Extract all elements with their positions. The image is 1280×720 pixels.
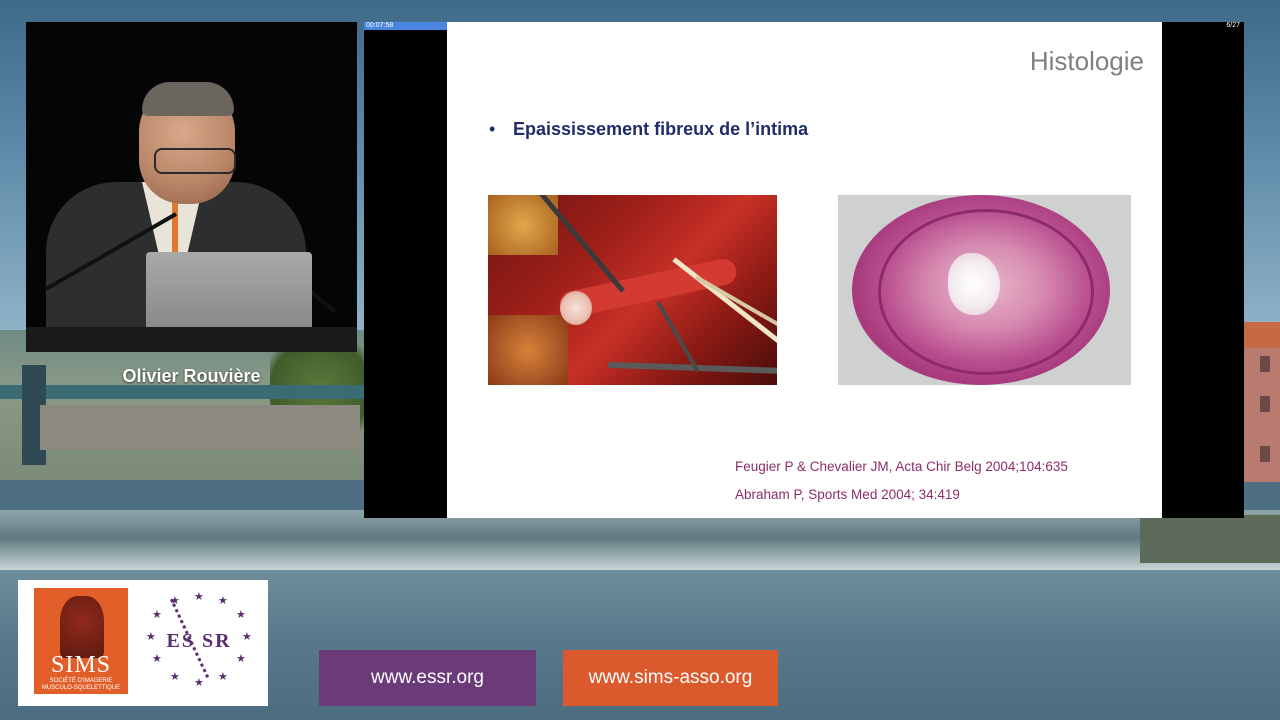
bullet-marker: •: [489, 119, 496, 139]
essr-logo-wordmark: ES SR: [166, 630, 232, 652]
reference-2: Abraham P, Sports Med 2004; 34:419: [735, 487, 960, 502]
photo-artery-stump: [560, 291, 592, 325]
star-icon: ★: [152, 653, 162, 665]
reference-1: Feugier P & Chevalier JM, Acta Chir Belg…: [735, 459, 1068, 474]
essr-website-link[interactable]: www.essr.org: [319, 650, 536, 706]
speaker-podium: [26, 327, 357, 352]
speaker-name: Olivier Rouvière: [122, 366, 261, 386]
slide-bullet: Epaississement fibreux de l’intima: [513, 119, 809, 139]
speaker-video[interactable]: [26, 22, 357, 352]
star-icon: ★: [194, 591, 204, 603]
background-building-window: [1260, 396, 1270, 412]
background-building-window: [1260, 356, 1270, 372]
background-building-roof: [1244, 322, 1280, 348]
histology-photo: [838, 195, 1131, 385]
speaker-hair: [142, 82, 234, 116]
sims-logo-figure: [60, 596, 104, 658]
slide: Histologie • Epaississement fibreux de l…: [447, 22, 1162, 518]
sims-website-link[interactable]: www.sims-asso.org: [563, 650, 778, 706]
sims-logo-subtitle-line2: MUSCULO-SQUELETTIQUE: [41, 685, 121, 691]
star-icon: ★: [218, 595, 228, 607]
star-icon: ★: [170, 595, 180, 607]
surgery-photo: [488, 195, 777, 385]
slide-title: Histologie: [1029, 46, 1144, 76]
sims-logo-wordmark: SIMS: [50, 652, 112, 678]
essr-logo: ★ ★ ★ ★ ★ ★ ★ ★ ★ ★ ★ ★ ES SR: [144, 573, 264, 692]
background-bridge: [0, 385, 370, 399]
essr-logo-chain: [170, 573, 264, 678]
sims-logo: SIMS SOCIÉTÉ D'IMAGERIE MUSCULO-SQUELETT…: [34, 588, 128, 694]
slide-player[interactable]: 00:07:58 6/27 Histologie • Epaississemen…: [364, 22, 1244, 518]
star-icon: ★: [170, 671, 180, 683]
background-building-window: [1260, 446, 1270, 462]
sims-logo-subtitle-line1: SOCIÉTÉ D'IMAGERIE: [49, 678, 113, 684]
sponsor-logo-panel: SIMS SOCIÉTÉ D'IMAGERIE MUSCULO-SQUELETT…: [18, 573, 268, 706]
elapsed-time: 00:07:58: [366, 22, 394, 29]
star-icon: ★: [194, 677, 204, 689]
star-icon: ★: [236, 609, 246, 621]
slide-counter: 6/27: [1226, 22, 1240, 29]
star-icon: ★: [218, 671, 228, 683]
background-right-bank: [1140, 515, 1280, 563]
photo-fat-tissue: [488, 315, 568, 385]
background-stone-wall: [40, 405, 360, 450]
star-icon: ★: [236, 653, 246, 665]
speaker-glasses: [154, 148, 236, 174]
photo-forceps: [656, 301, 700, 373]
star-icon: ★: [152, 609, 162, 621]
sims-logo-subtitle: SOCIÉTÉ D'IMAGERIE MUSCULO-SQUELETTIQUE: [34, 678, 128, 692]
references: Feugier P & Chevalier JM, Acta Chir Belg…: [735, 453, 1068, 509]
histology-lumen: [948, 253, 1000, 315]
